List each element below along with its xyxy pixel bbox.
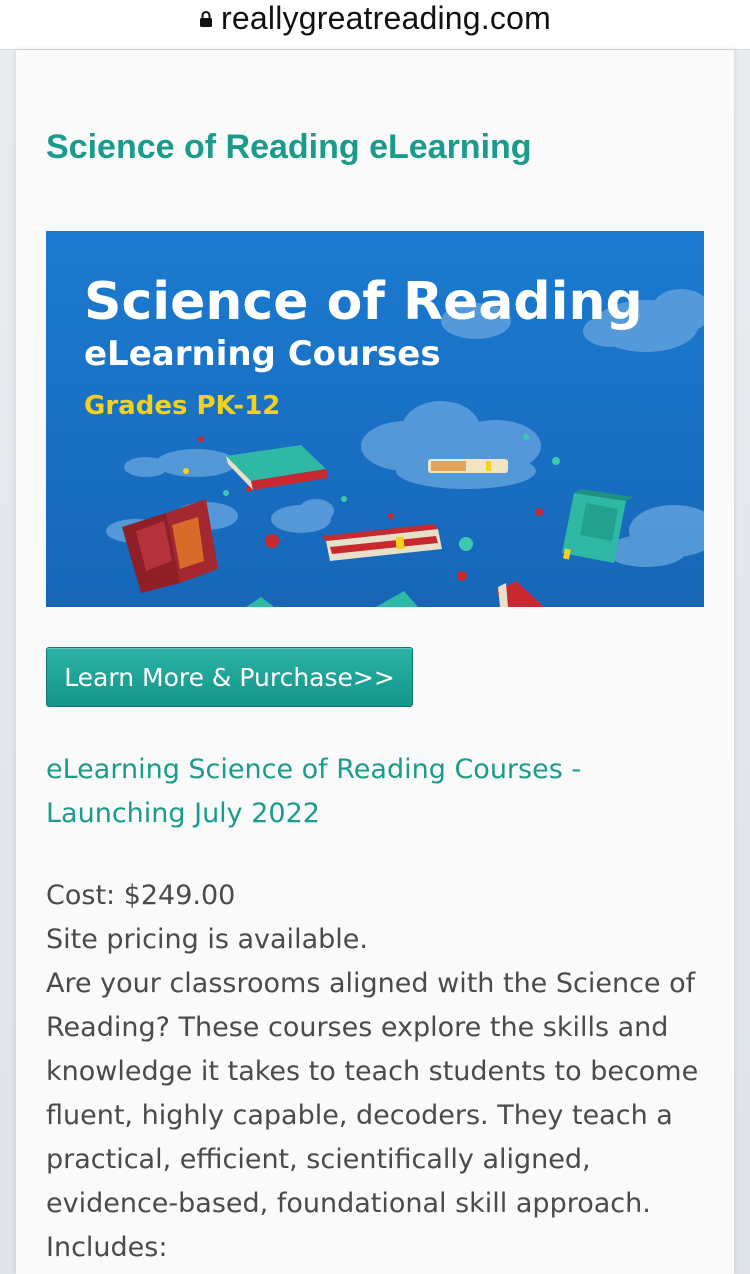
learn-more-purchase-button[interactable]: Learn More & Purchase>> [46, 647, 413, 707]
banner-illustration: Science of Reading eLearning Courses Gra… [46, 231, 704, 607]
course-description: Cost: $249.00 Site pricing is available.… [46, 874, 706, 1270]
banner-title-line2: eLearning Courses [84, 334, 441, 374]
includes-label: Includes: [46, 1232, 168, 1263]
browser-url-bar[interactable]: reallygreatreading.com [0, 0, 750, 50]
url-text: reallygreatreading.com [221, 0, 551, 36]
url-container: reallygreatreading.com [199, 0, 551, 37]
page-title: Science of Reading eLearning [46, 128, 532, 166]
banner-grades: Grades PK-12 [84, 391, 280, 421]
book-small-icon [428, 459, 508, 473]
page-background-left [0, 50, 16, 1274]
description-paragraph: Are your classrooms aligned with the Sci… [46, 968, 699, 1219]
page-background-right [734, 50, 750, 1274]
course-subheading-link[interactable]: eLearning Science of Reading Courses - L… [46, 748, 706, 836]
banner-title-line1: Science of Reading [84, 272, 643, 332]
lock-icon [199, 10, 213, 28]
course-banner-image[interactable]: Science of Reading eLearning Courses Gra… [46, 231, 704, 607]
cost-text: Cost: $249.00 [46, 880, 236, 911]
site-pricing-text: Site pricing is available. [46, 924, 368, 955]
content-card: Science of Reading eLearning Science of … [16, 50, 734, 1274]
